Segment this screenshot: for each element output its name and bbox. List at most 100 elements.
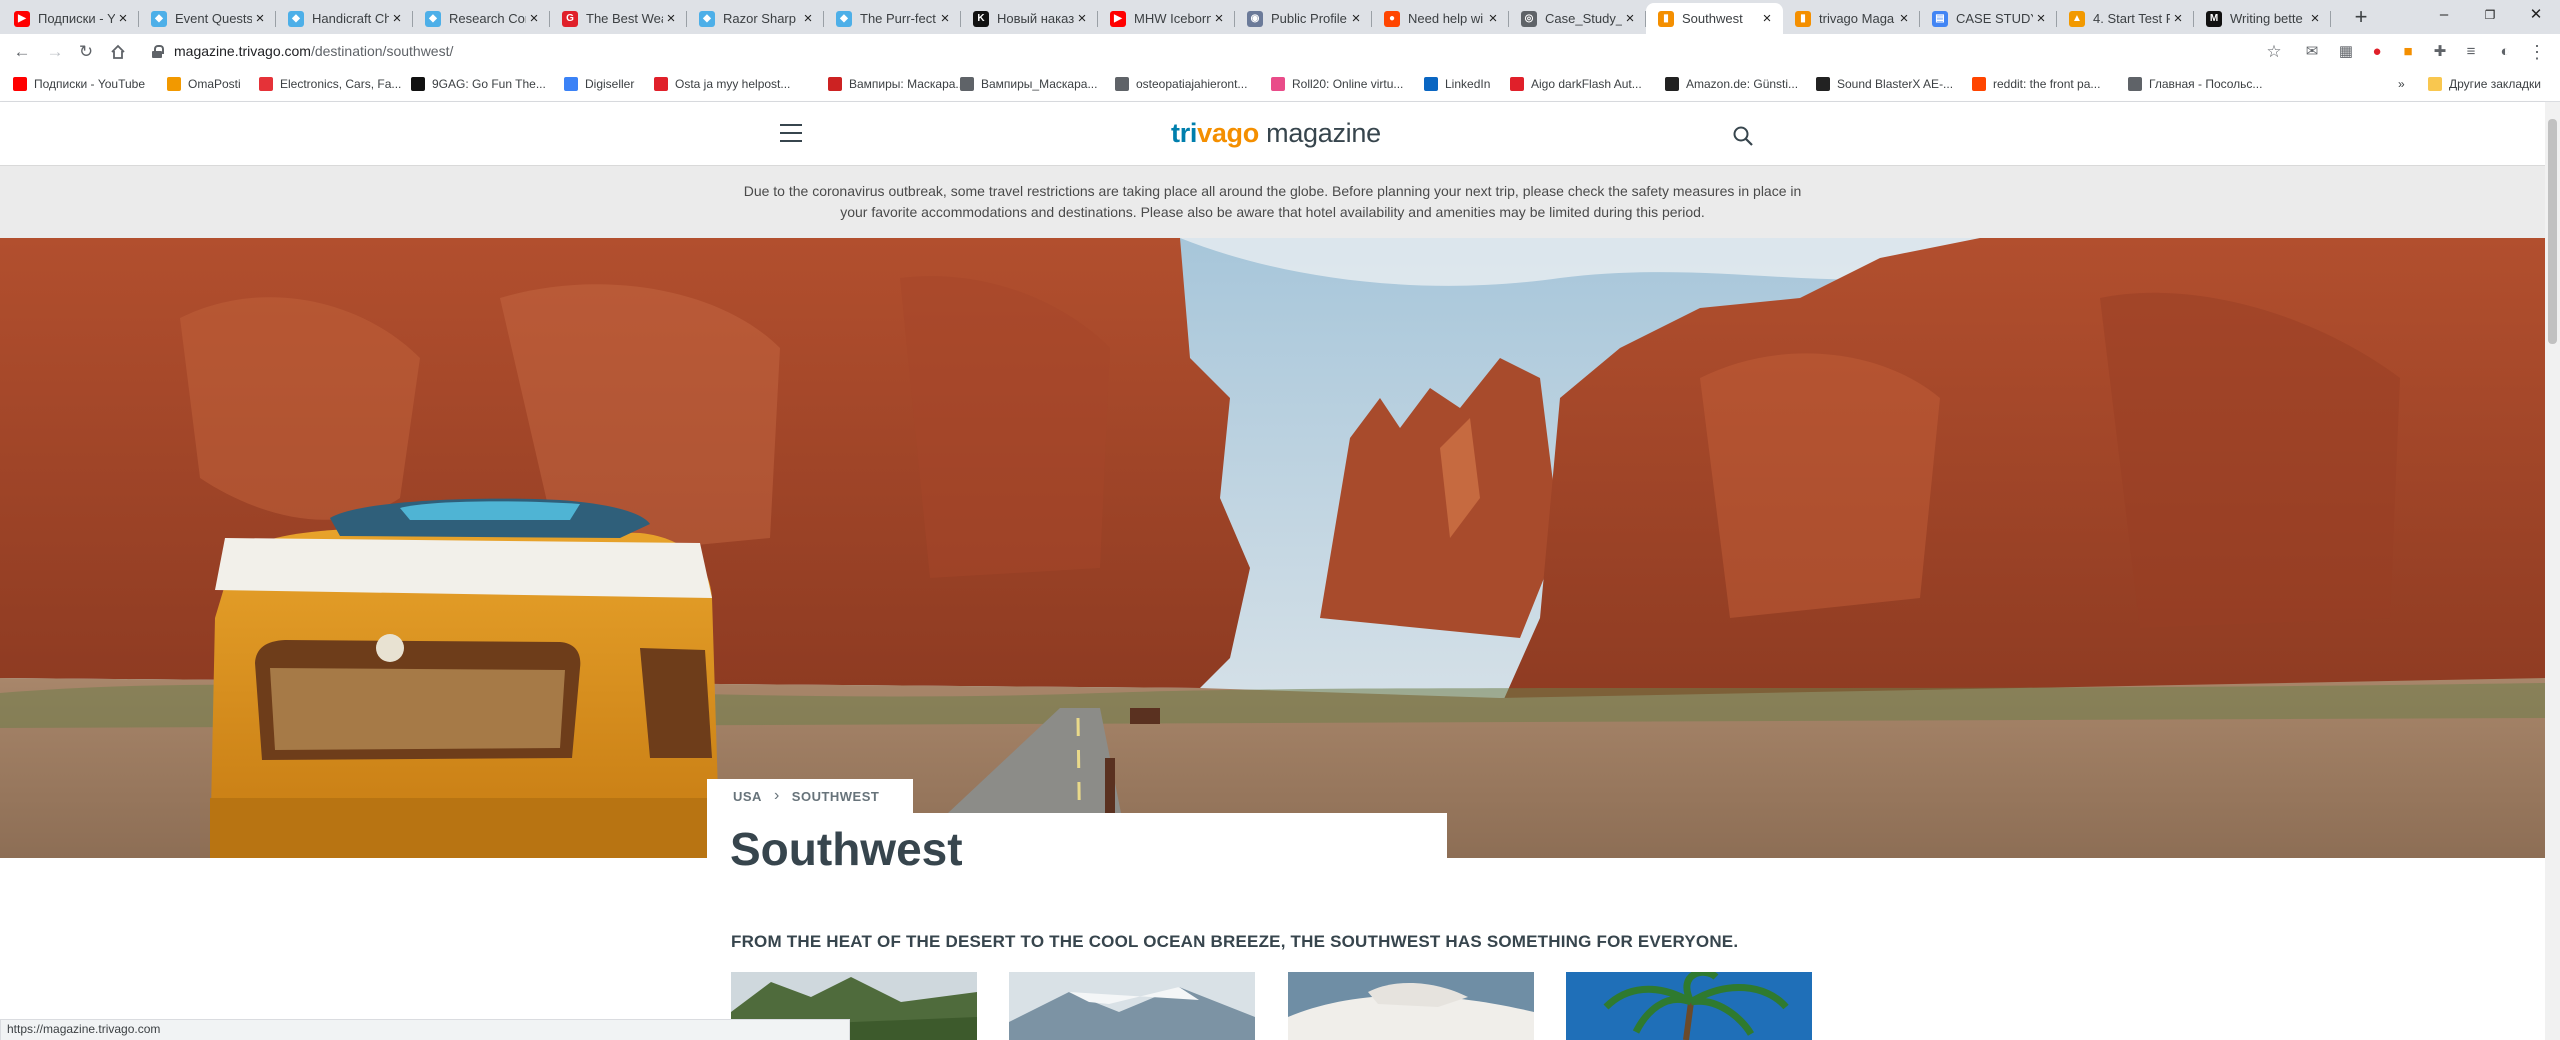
bookmark-item[interactable]: Electronics, Cars, Fa...: [259, 77, 401, 91]
tab-close-icon[interactable]: ×: [252, 10, 268, 27]
chevron-more-icon: »: [2398, 77, 2405, 91]
tab-favicon-icon: ▲: [2069, 10, 2085, 27]
page-scrollbar-thumb[interactable]: [2548, 119, 2557, 344]
browser-tab[interactable]: ◆ Razor Sharp ×: [687, 3, 824, 34]
tab-close-icon[interactable]: ×: [1896, 10, 1912, 27]
back-icon[interactable]: ←: [10, 40, 34, 64]
hamburger-menu-icon[interactable]: [780, 124, 802, 142]
browser-tab[interactable]: M Writing bette ×: [2194, 3, 2331, 34]
bookmark-label: Главная - Посольс...: [2149, 77, 2263, 91]
tab-close-icon[interactable]: ×: [1485, 10, 1501, 27]
tab-label: Подписки - YouTube: [38, 11, 115, 26]
lock-icon[interactable]: [152, 45, 164, 58]
tab-favicon-icon: ▮: [1658, 10, 1674, 27]
bookmark-favicon-icon: [411, 77, 425, 91]
browser-tab[interactable]: ◆ Research Con ×: [413, 3, 550, 34]
bookmark-item[interactable]: Aigo darkFlash Aut...: [1510, 77, 1642, 91]
browser-tab[interactable]: ▮ Southwest ×: [1646, 3, 1783, 34]
bookmark-item[interactable]: Osta ja myy helpost...: [654, 77, 790, 91]
extension-icon[interactable]: ▦: [2336, 42, 2356, 62]
browser-tab[interactable]: ◎ Case_Study_ ×: [1509, 3, 1646, 34]
tab-label: trivago Maga: [1819, 11, 1895, 26]
tab-close-icon[interactable]: ×: [800, 10, 816, 27]
browser-tab[interactable]: ◆ Handicraft Ch ×: [276, 3, 413, 34]
breadcrumb-southwest[interactable]: SOUTHWEST: [792, 789, 880, 804]
article-thumbnail-palm-tree[interactable]: [1566, 972, 1812, 1040]
search-icon[interactable]: [1733, 126, 1753, 146]
tab-strip: ▶Подписки - YouTube×◆Event Quests×◆Handi…: [0, 0, 2560, 34]
tab-close-icon[interactable]: ×: [1074, 10, 1090, 27]
bookmark-favicon-icon: [259, 77, 273, 91]
bookmark-item[interactable]: Вампиры_Маскара...: [960, 77, 1097, 91]
bookmark-favicon-icon: [167, 77, 181, 91]
other-bookmarks-folder[interactable]: Другие закладки: [2428, 77, 2541, 91]
article-thumbnail-snow-peaks[interactable]: [1009, 972, 1255, 1040]
bookmark-label: Вампиры: Маскара...: [849, 77, 966, 91]
browser-tab[interactable]: K Новый наказ ×: [961, 3, 1098, 34]
browser-menu-icon[interactable]: ⋮: [2527, 42, 2547, 62]
bookmark-label: osteopatiajahieront...: [1136, 77, 1248, 91]
browser-tab[interactable]: ◆ Event Quests ×: [139, 3, 276, 34]
tab-close-icon[interactable]: ×: [937, 10, 953, 27]
orange-extension-icon[interactable]: ■: [2398, 42, 2418, 62]
bookmarks-overflow-button[interactable]: »: [2398, 77, 2405, 91]
browser-tab[interactable]: ▶ MHW Iceborn ×: [1098, 3, 1235, 34]
tab-close-icon[interactable]: ×: [2033, 10, 2049, 27]
browser-tab[interactable]: ◆ The Purr-fect ×: [824, 3, 961, 34]
browser-tab[interactable]: G The Best Wea ×: [550, 3, 687, 34]
tab-close-icon[interactable]: ×: [2170, 10, 2186, 27]
notification-extension-icon[interactable]: ●: [2367, 42, 2387, 62]
address-bar[interactable]: magazine.trivago.com/destination/southwe…: [174, 43, 453, 59]
tab-favicon-icon: K: [973, 10, 989, 27]
bookmark-item[interactable]: 9GAG: Go Fun The...: [411, 77, 546, 91]
tab-close-icon[interactable]: ×: [1759, 10, 1775, 27]
mail-icon[interactable]: ✉: [2302, 42, 2322, 62]
bookmark-favicon-icon: [13, 77, 27, 91]
bookmark-star-icon[interactable]: ☆: [2264, 42, 2284, 62]
breadcrumb-usa[interactable]: USA: [733, 789, 762, 804]
puzzle-extensions-icon[interactable]: ✚: [2430, 42, 2450, 62]
tab-close-icon[interactable]: ×: [389, 10, 405, 27]
tab-close-icon[interactable]: ×: [1622, 10, 1638, 27]
bookmark-item[interactable]: LinkedIn: [1424, 77, 1490, 91]
tab-label: 4. Start Test F: [2093, 11, 2170, 26]
tab-favicon-icon: ◎: [1521, 10, 1537, 27]
browser-tab[interactable]: ● Need help wi ×: [1372, 3, 1509, 34]
browser-tab[interactable]: ▲ 4. Start Test F ×: [2057, 3, 2194, 34]
bookmark-item[interactable]: OmaPosti: [167, 77, 241, 91]
close-window-button[interactable]: ✕: [2513, 0, 2559, 30]
tab-close-icon[interactable]: ×: [663, 10, 679, 27]
tab-close-icon[interactable]: ×: [1348, 10, 1364, 27]
bookmark-item[interactable]: Главная - Посольс...: [2128, 77, 2262, 91]
bookmark-item[interactable]: Подписки - YouTube: [13, 77, 145, 91]
tab-label: Southwest: [1682, 11, 1743, 26]
browser-tab[interactable]: ▮ trivago Maga ×: [1783, 3, 1920, 34]
bookmark-item[interactable]: Sound BlasterX AE-...: [1816, 77, 1953, 91]
profile-avatar-icon[interactable]: ◐: [2495, 42, 2515, 62]
restore-button[interactable]: ❐: [2467, 0, 2513, 30]
reading-list-icon[interactable]: ≡: [2461, 42, 2481, 62]
article-thumbnail-white-sands[interactable]: [1288, 972, 1534, 1040]
tab-label: Razor Sharp: [723, 11, 796, 26]
browser-tab[interactable]: ◉ Public Profile ×: [1235, 3, 1372, 34]
bookmark-item[interactable]: reddit: the front pa...: [1972, 77, 2100, 91]
bookmark-item[interactable]: Digiseller: [564, 77, 634, 91]
browser-tab[interactable]: ▶ Подписки - YouTube×: [2, 3, 139, 34]
page-tagline: FROM THE HEAT OF THE DESERT TO THE COOL …: [731, 932, 1739, 951]
new-tab-button[interactable]: +: [2348, 6, 2374, 30]
bookmark-item[interactable]: osteopatiajahieront...: [1115, 77, 1247, 91]
tab-close-icon[interactable]: ×: [526, 10, 542, 27]
bookmark-item[interactable]: Вампиры: Маскара...: [828, 77, 965, 91]
tab-close-icon[interactable]: ×: [115, 10, 131, 27]
reload-icon[interactable]: ↻: [74, 40, 98, 64]
tab-close-icon[interactable]: ×: [2307, 10, 2323, 27]
bookmark-item[interactable]: Roll20: Online virtu...: [1271, 77, 1403, 91]
forward-icon[interactable]: →: [43, 40, 67, 64]
tab-close-icon[interactable]: ×: [1211, 10, 1227, 27]
home-icon[interactable]: [106, 40, 130, 64]
bookmark-item[interactable]: Amazon.de: Günsti...: [1665, 77, 1798, 91]
browser-tab[interactable]: ▤ CASE STUDY ×: [1920, 3, 2057, 34]
tab-label: The Purr-fect: [860, 11, 936, 26]
minimize-button[interactable]: –: [2421, 0, 2467, 30]
trivago-magazine-logo[interactable]: trivago magazine: [1171, 118, 1381, 149]
